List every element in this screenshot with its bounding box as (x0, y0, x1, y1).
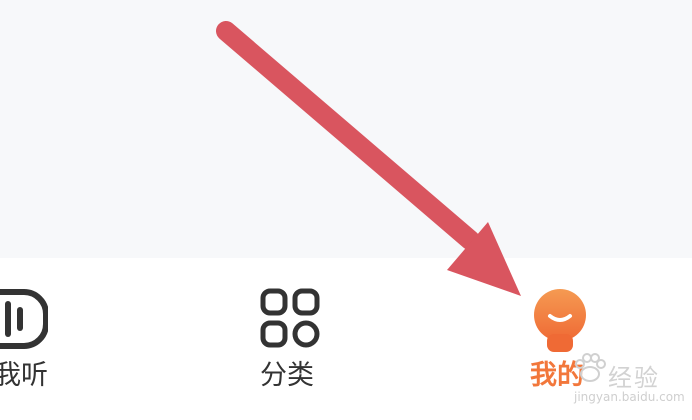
watermark-text: 经验 (608, 364, 660, 392)
tab-listen[interactable]: 我听 (0, 258, 130, 420)
content-area (0, 0, 692, 258)
grid-icon (260, 288, 320, 352)
watermark-url: jingyan.baidu.com (574, 390, 685, 404)
watermark: 经验 jingyan.baidu.com (560, 340, 692, 420)
tab-category-label: 分类 (260, 360, 314, 391)
tab-category[interactable]: 分类 (210, 258, 370, 420)
paw-logo-icon (572, 350, 608, 390)
waveform-icon (0, 288, 49, 356)
tab-listen-label: 我听 (0, 360, 48, 391)
